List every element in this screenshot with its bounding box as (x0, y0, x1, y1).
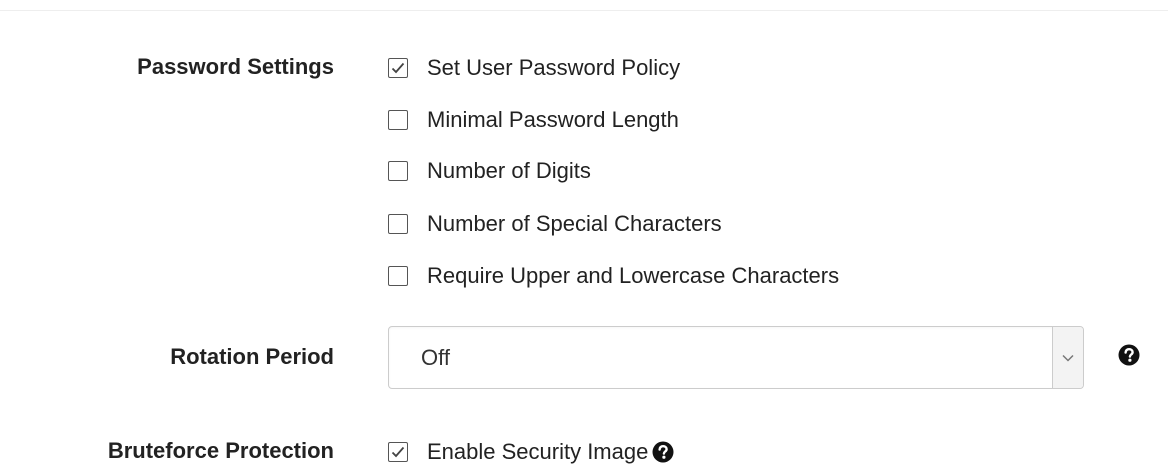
top-divider (0, 10, 1168, 11)
set-user-password-policy-option[interactable]: Set User Password Policy (388, 53, 680, 83)
password-settings-form: Password Settings Set User Password Poli… (0, 0, 1168, 467)
question-circle-icon[interactable] (1118, 344, 1140, 366)
password-settings-label: Password Settings (137, 54, 334, 79)
minimal-password-length-option[interactable]: Minimal Password Length (388, 105, 679, 135)
checkbox-checked[interactable] (388, 442, 408, 462)
number-of-special-characters-label: Number of Special Characters (427, 211, 722, 236)
checkbox-unchecked[interactable] (388, 161, 408, 181)
require-upper-lowercase-option[interactable]: Require Upper and Lowercase Characters (388, 261, 839, 291)
rotation-period-selected-value: Off (421, 345, 450, 370)
number-of-digits-option[interactable]: Number of Digits (388, 156, 591, 186)
checkbox-unchecked[interactable] (388, 266, 408, 286)
number-of-digits-label: Number of Digits (427, 158, 591, 183)
question-circle-icon[interactable] (652, 441, 674, 463)
enable-security-image-option[interactable]: Enable Security Image (388, 437, 674, 467)
enable-security-image-label: Enable Security Image (427, 439, 649, 464)
number-of-special-characters-option[interactable]: Number of Special Characters (388, 209, 722, 239)
rotation-period-label: Rotation Period (170, 344, 334, 369)
checkbox-unchecked[interactable] (388, 214, 408, 234)
rotation-period-select[interactable]: Off (388, 326, 1084, 389)
bruteforce-protection-label: Bruteforce Protection (107, 438, 334, 463)
checkbox-unchecked[interactable] (388, 110, 408, 130)
checkbox-checked[interactable] (388, 58, 408, 78)
require-upper-lowercase-label: Require Upper and Lowercase Characters (427, 263, 840, 288)
chevron-down-icon[interactable] (1052, 327, 1083, 388)
minimal-password-length-label: Minimal Password Length (427, 107, 679, 132)
set-user-password-policy-label: Set User Password Policy (427, 55, 681, 80)
